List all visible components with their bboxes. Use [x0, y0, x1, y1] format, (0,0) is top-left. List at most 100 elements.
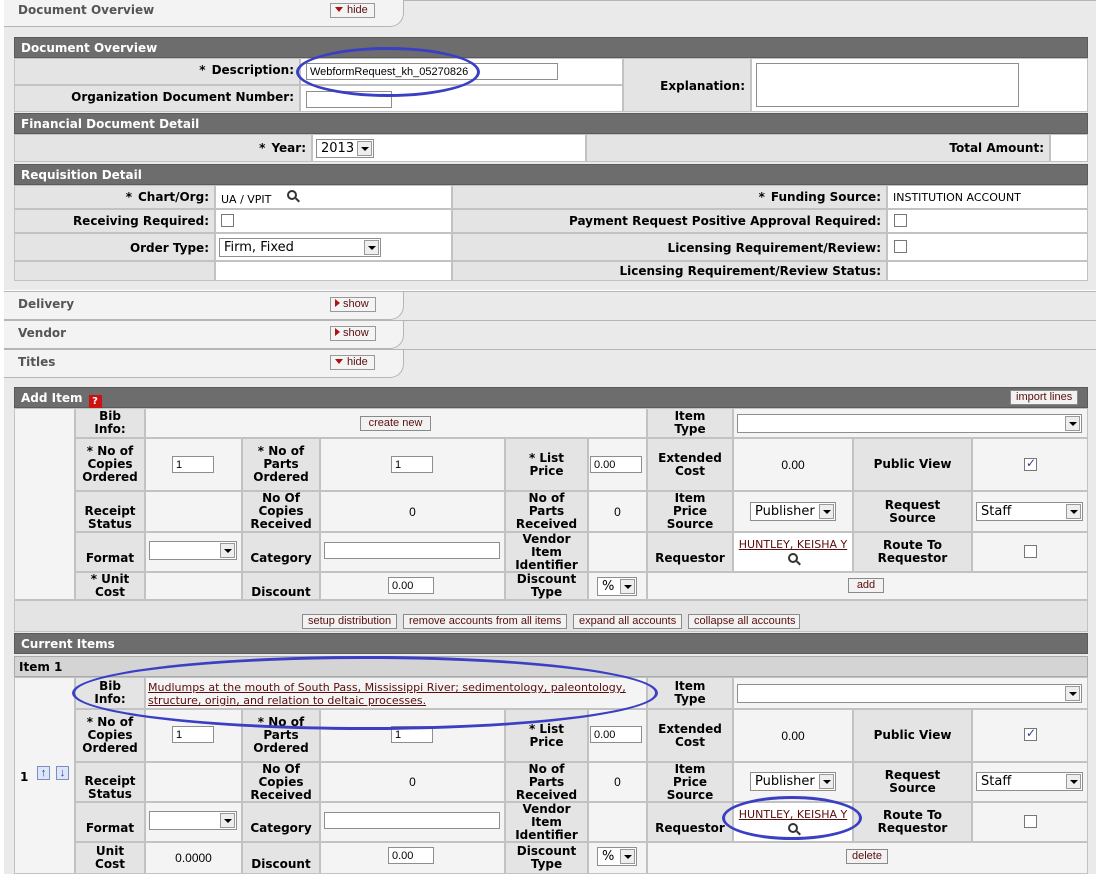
- year-label-cell: * Year:: [14, 134, 312, 162]
- empty-value-cell: [215, 261, 452, 281]
- item-price-source-select[interactable]: Publisher: [750, 502, 836, 521]
- ci-format-select[interactable]: [149, 811, 237, 830]
- delete-button[interactable]: delete: [846, 849, 888, 864]
- org-doc-number-label: Organization Document Number:: [71, 90, 294, 104]
- move-down-icon[interactable]: ↓: [56, 766, 69, 780]
- order-type-label: Order Type:: [129, 241, 209, 255]
- route-to-requestor-checkbox[interactable]: [1024, 545, 1037, 558]
- copies-ordered-label: * No of Copies Ordered: [75, 438, 145, 491]
- ci-request-source-select[interactable]: Staff: [976, 772, 1083, 791]
- expand-accounts-button[interactable]: expand all accounts: [573, 614, 682, 629]
- ci-list-price-text: List Price: [529, 721, 565, 749]
- item-type-select[interactable]: [737, 414, 1082, 433]
- discount-input[interactable]: [388, 577, 434, 594]
- show-delivery-button[interactable]: show: [330, 297, 376, 312]
- ci-requestor-link[interactable]: HUNTLEY, KEISHA Y: [739, 808, 847, 821]
- move-up-icon[interactable]: ↑: [37, 766, 50, 780]
- ci-copies-ordered-input[interactable]: [172, 726, 214, 743]
- parts-ordered-label: * No of Parts Ordered: [242, 438, 320, 491]
- help-icon[interactable]: ?: [88, 395, 102, 408]
- lookup-icon[interactable]: [788, 553, 798, 563]
- category-input[interactable]: [324, 542, 500, 559]
- section-header-document-overview: Document Overview: [14, 37, 1088, 58]
- receipt-status-label: Receipt Status: [75, 491, 145, 532]
- create-new-button[interactable]: create new: [360, 416, 431, 431]
- bib-info-link-line1[interactable]: Mudlumps at the mouth of South Pass, Mis…: [148, 681, 644, 694]
- chevron-down-icon: [1065, 686, 1080, 701]
- item-1-header: Item 1: [14, 656, 1088, 677]
- ci-requestor-label: Requestor: [647, 802, 733, 842]
- tab-title: Document Overview: [18, 3, 155, 17]
- collapse-accounts-button[interactable]: collapse all accounts: [688, 614, 800, 629]
- ci-discount-type-value: %: [602, 849, 615, 864]
- explanation-textarea[interactable]: [756, 63, 1019, 107]
- org-doc-number-input[interactable]: [306, 91, 392, 108]
- ci-parts-received-value: 0: [614, 775, 621, 789]
- ci-route-to-requestor-checkbox[interactable]: [1024, 815, 1037, 828]
- ci-vendor-item-id-label: Vendor Item Identifier: [505, 802, 588, 842]
- item-type-label: Item Type: [647, 408, 733, 438]
- ci-category-input[interactable]: [324, 812, 500, 829]
- vendor-item-id-label: Vendor Item Identifier: [505, 532, 588, 572]
- chart-org-label: Chart/Org:: [138, 190, 209, 204]
- licensing-status-label: Licensing Requirement/Review Status:: [619, 264, 881, 278]
- ci-public-view-checkbox[interactable]: [1024, 726, 1037, 741]
- requestor-link[interactable]: HUNTLEY, KEISHA Y: [739, 538, 847, 551]
- ci-extended-cost-label: Extended Cost: [647, 709, 733, 762]
- explanation-label: Explanation:: [660, 79, 745, 93]
- description-input[interactable]: [306, 63, 558, 80]
- ci-item-price-source-value: Publisher: [755, 774, 815, 789]
- ci-list-price-input[interactable]: [590, 726, 642, 743]
- payment-request-checkbox[interactable]: [894, 214, 907, 227]
- year-select[interactable]: 2013: [316, 139, 374, 158]
- total-amount-label: Total Amount:: [949, 141, 1044, 155]
- ci-parts-received-label: No of Parts Received: [505, 762, 588, 802]
- receiving-required-checkbox[interactable]: [221, 214, 234, 227]
- ci-parts-ordered-label: * No of Parts Ordered: [242, 709, 320, 762]
- import-lines-button[interactable]: import lines: [1010, 390, 1078, 405]
- ci-request-source-value: Staff: [981, 774, 1012, 789]
- receiving-required-label-cell: Receiving Required:: [14, 209, 215, 233]
- format-label: Format: [75, 532, 145, 572]
- ci-item-type-select[interactable]: [737, 684, 1082, 703]
- funding-source-label: Funding Source:: [770, 190, 881, 204]
- tab-vendor: Vendor show: [4, 320, 1096, 350]
- parts-ordered-input[interactable]: [391, 456, 433, 473]
- list-price-text: List Price: [529, 450, 565, 478]
- chart-org-label-cell: * Chart/Org:: [14, 185, 215, 209]
- ci-parts-ordered-input[interactable]: [391, 726, 433, 743]
- setup-distribution-button[interactable]: setup distribution: [302, 614, 397, 629]
- add-item-title: Add Item: [21, 391, 83, 405]
- licensing-checkbox[interactable]: [894, 240, 907, 253]
- ci-item-price-source-select[interactable]: Publisher: [750, 772, 836, 791]
- required-marker: *: [528, 721, 536, 736]
- order-type-select[interactable]: Firm, Fixed: [219, 238, 381, 257]
- hide-titles-button[interactable]: hide: [330, 355, 375, 370]
- lookup-icon[interactable]: [287, 190, 297, 200]
- chevron-down-icon: [620, 849, 635, 864]
- add-button[interactable]: add: [848, 578, 884, 593]
- description-label-cell: * Description:: [14, 58, 300, 85]
- remove-accounts-button[interactable]: remove accounts from all items: [403, 614, 567, 629]
- ci-discount-type-select[interactable]: %: [597, 847, 637, 866]
- section-header-add-item: Add Item?: [14, 387, 1088, 408]
- show-vendor-button[interactable]: show: [330, 326, 376, 341]
- lookup-icon[interactable]: [788, 823, 798, 833]
- public-view-checkbox[interactable]: [1024, 456, 1037, 471]
- list-price-input[interactable]: [590, 456, 642, 473]
- bib-info-link-line2[interactable]: structure, origin, and relation to delta…: [148, 694, 644, 707]
- hide-button[interactable]: hide: [330, 3, 375, 18]
- required-marker: *: [86, 715, 94, 729]
- copies-received-label: No Of Copies Received: [242, 491, 320, 532]
- format-select[interactable]: [149, 541, 237, 560]
- tab-header: Titles hide: [4, 350, 404, 378]
- ci-discount-input[interactable]: [388, 847, 434, 864]
- required-marker: *: [199, 63, 206, 77]
- ci-copies-received-cell: 0: [320, 762, 505, 802]
- request-source-select[interactable]: Staff: [976, 502, 1083, 521]
- order-type-label-cell: Order Type:: [14, 233, 215, 261]
- triangle-down-icon: [335, 7, 343, 12]
- route-to-requestor-label: Route To Requestor: [853, 532, 972, 572]
- discount-type-select[interactable]: %: [597, 577, 637, 596]
- copies-ordered-input[interactable]: [172, 456, 214, 473]
